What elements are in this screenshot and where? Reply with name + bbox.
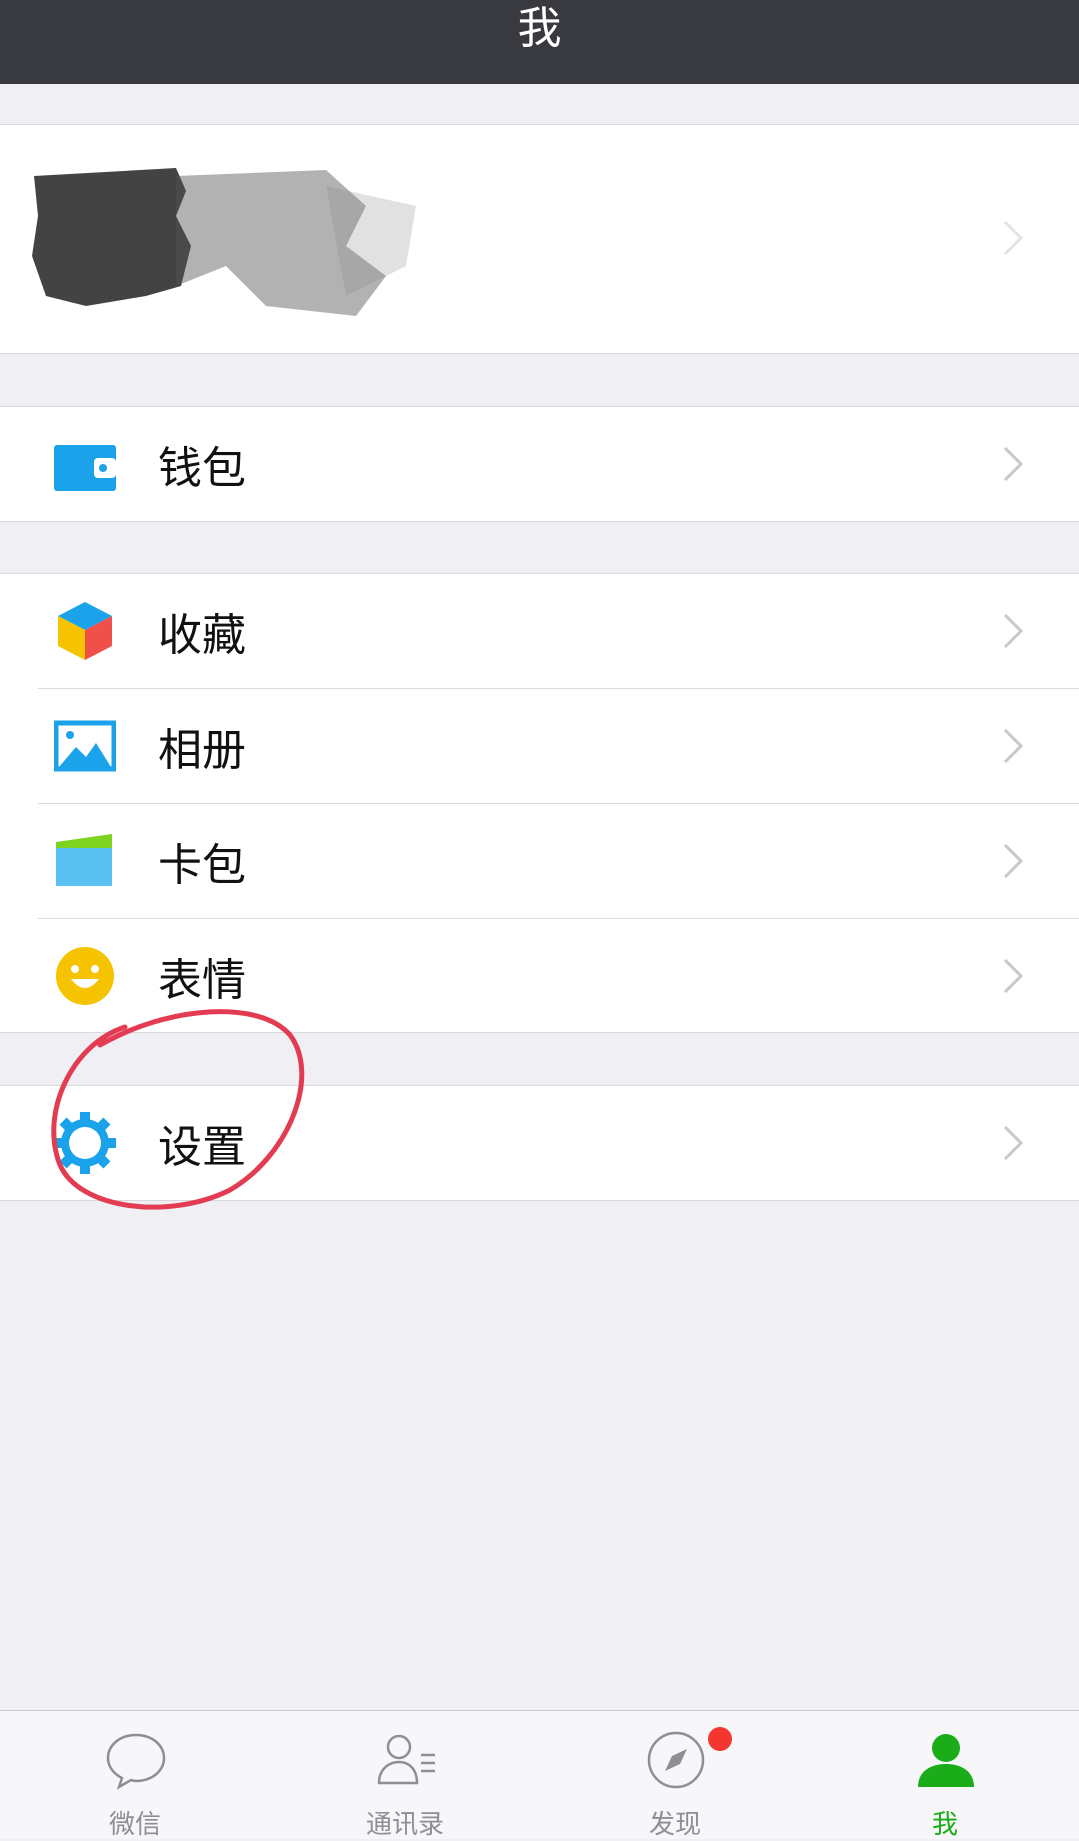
contacts-icon (377, 1734, 435, 1785)
tab-chats[interactable]: 微信 (0, 1711, 270, 1840)
tab-label: 我 (931, 1810, 958, 1840)
tab-bar: 微信 通讯录 发现 我 (0, 1710, 1079, 1840)
wallet-icon (54, 445, 116, 491)
tab-me[interactable]: 我 (810, 1711, 1079, 1840)
tab-label: 微信 (108, 1810, 161, 1840)
tab-discover[interactable]: 发现 (540, 1711, 810, 1840)
menu-item-favorites[interactable]: 收藏 (0, 574, 1079, 688)
favorites-cube-icon (58, 602, 112, 660)
menu-item-label: 钱包 (158, 443, 246, 494)
person-icon (918, 1734, 974, 1787)
menu-item-label: 相册 (158, 725, 246, 776)
tab-contacts[interactable]: 通讯录 (270, 1711, 540, 1840)
menu-item-album[interactable]: 相册 (0, 689, 1079, 803)
cards-icon (56, 834, 112, 886)
compass-icon (647, 1731, 705, 1789)
chat-bubble-icon (106, 1733, 166, 1790)
chevron-right-icon (1003, 843, 1024, 879)
main-menu-group: 收藏 相册 卡包 表情 (0, 573, 1079, 1033)
annotation-circle (51, 1009, 305, 1210)
notification-badge (708, 1727, 732, 1751)
nav-bar: 我 (0, 0, 1079, 84)
chevron-right-icon (1003, 220, 1024, 256)
chevron-right-icon (1003, 958, 1024, 994)
chevron-right-icon (1003, 728, 1024, 764)
menu-item-label: 卡包 (158, 840, 246, 891)
chevron-right-icon (1003, 1125, 1024, 1161)
wallet-group: 钱包 (0, 406, 1079, 522)
tab-label: 通讯录 (365, 1810, 444, 1840)
page-title: 我 (517, 3, 562, 54)
album-icon (54, 720, 116, 772)
chevron-right-icon (1003, 613, 1024, 649)
chevron-right-icon (1003, 446, 1024, 482)
tab-label: 发现 (648, 1810, 701, 1840)
redaction-scribble (32, 168, 416, 316)
menu-item-wallet[interactable]: 钱包 (0, 407, 1079, 521)
smiley-icon (56, 947, 114, 1005)
menu-item-label: 收藏 (158, 610, 246, 661)
menu-item-cards[interactable]: 卡包 (0, 804, 1079, 918)
